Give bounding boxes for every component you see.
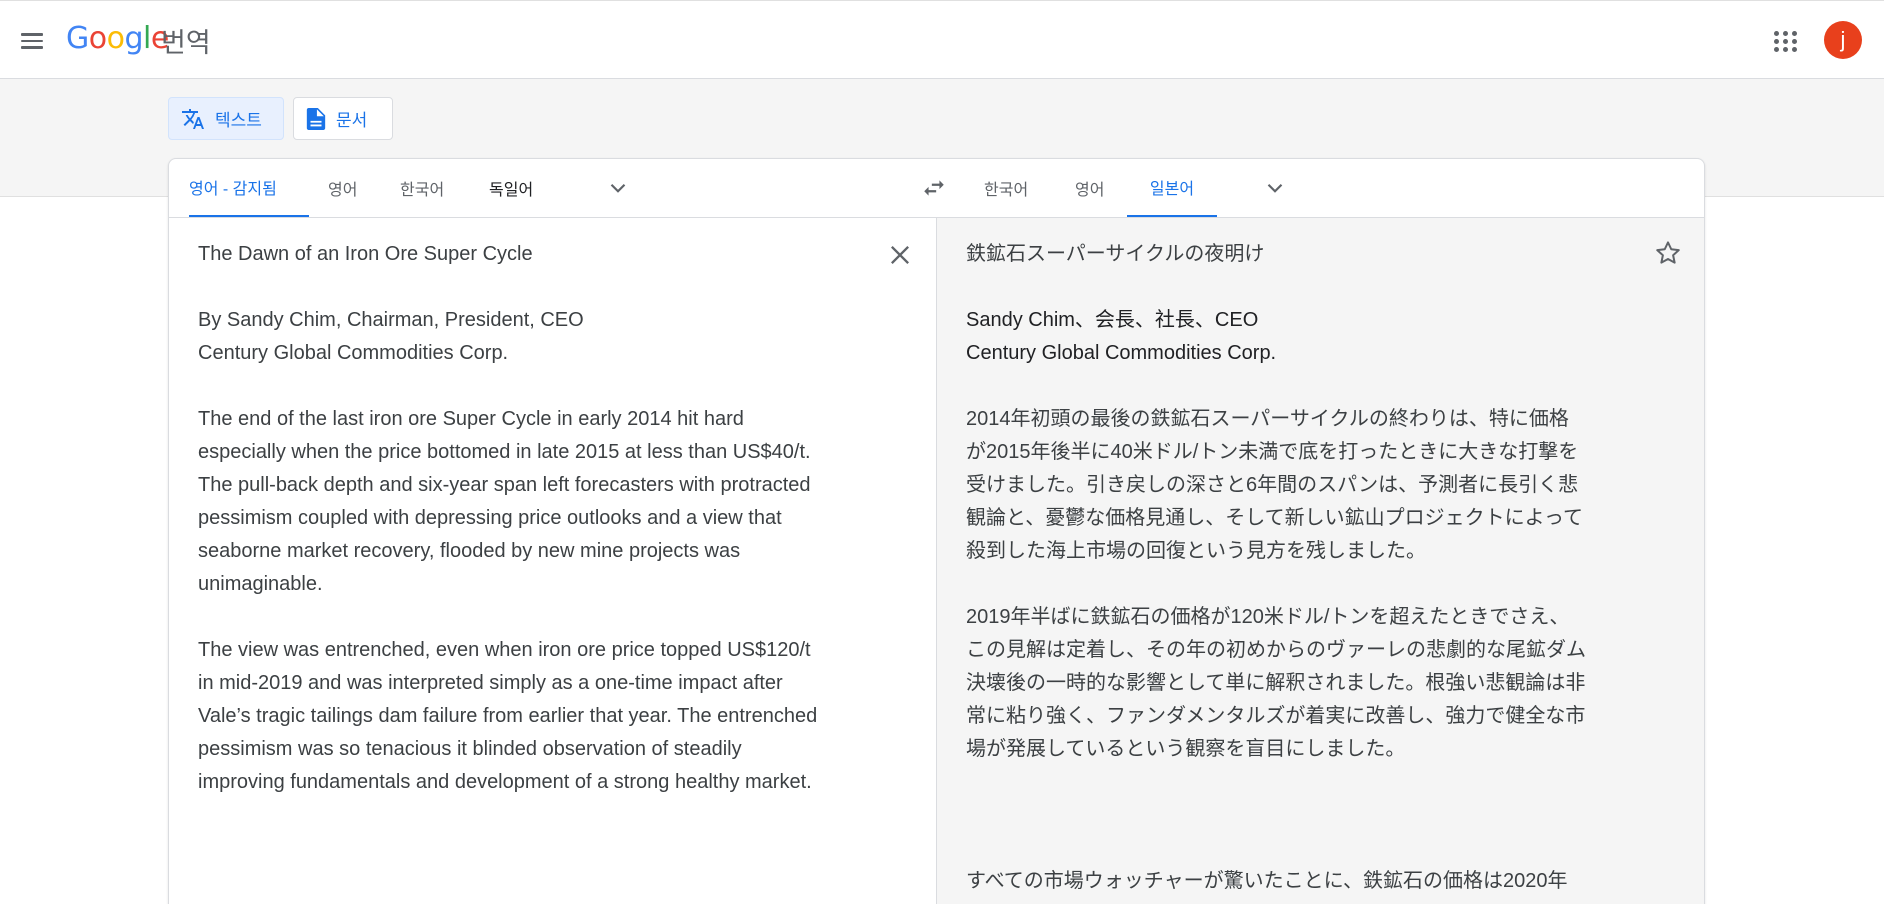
- account-avatar[interactable]: j: [1824, 21, 1862, 59]
- swap-languages-icon[interactable]: [921, 175, 947, 201]
- save-translation-star-icon[interactable]: [1653, 238, 1683, 268]
- top-app-bar: Google 번역 j: [0, 0, 1884, 79]
- text-mode-button[interactable]: 텍스트: [168, 97, 284, 140]
- target-lang-tab-japanese[interactable]: 일본어: [1127, 159, 1217, 217]
- target-lang-tab-english[interactable]: 영어: [1075, 159, 1104, 217]
- target-lang-tab-korean[interactable]: 한국어: [984, 159, 1028, 217]
- translation-output: 鉄鉱石スーパーサイクルの夜明け Sandy Chim、会長、社長、CEO Cen…: [966, 238, 1656, 898]
- source-paragraph: The end of the last iron ore Super Cycle…: [198, 408, 811, 595]
- document-mode-button[interactable]: 문서: [293, 97, 393, 140]
- source-textarea[interactable]: The Dawn of an Iron Ore Super Cycle By S…: [198, 238, 888, 799]
- translation-paragraph: 2019年半ばに鉄鉱石の価格が120米ドル/トンを超えたときでさえ、 この見解は…: [966, 606, 1586, 760]
- source-paragraph: By Sandy Chim, Chairman, President, CEO …: [198, 309, 584, 364]
- clear-source-text-icon[interactable]: [886, 241, 914, 269]
- translation-paragraph: 鉄鉱石スーパーサイクルの夜明け: [966, 243, 1265, 265]
- source-lang-tab-korean[interactable]: 한국어: [400, 159, 444, 217]
- translation-paragraph: 2014年初頭の最後の鉄鉱石スーパーサイクルの終わりは、特に価格 が2015年後…: [966, 408, 1583, 562]
- text-mode-label: 텍스트: [215, 111, 262, 130]
- translation-output-panel: 鉄鉱石スーパーサイクルの夜明け Sandy Chim、会長、社長、CEO Cen…: [937, 218, 1704, 904]
- apps-grid-icon[interactable]: [1770, 25, 1802, 57]
- language-bar: 영어 - 감지됨 영어 한국어 독일어 한국어 영어 일본어: [169, 159, 1704, 218]
- translate-icon: [182, 108, 204, 129]
- translation-card: 영어 - 감지됨 영어 한국어 독일어 한국어 영어 일본어 The Dawn …: [168, 158, 1705, 904]
- source-paragraph: The view was entrenched, even when iron …: [198, 639, 818, 793]
- google-logo[interactable]: Google: [66, 21, 169, 56]
- translation-paragraph: Sandy Chim、会長、社長、CEO Century Global Comm…: [966, 309, 1277, 364]
- source-text-panel[interactable]: The Dawn of an Iron Ore Super Cycle By S…: [169, 218, 937, 904]
- main-menu-icon[interactable]: [14, 23, 50, 59]
- product-name: 번역: [161, 28, 211, 59]
- target-lang-more-chevron-icon[interactable]: [1262, 175, 1288, 201]
- source-lang-more-chevron-icon[interactable]: [605, 175, 631, 201]
- document-icon: [306, 107, 326, 130]
- source-lang-tab-german[interactable]: 독일어: [489, 159, 533, 217]
- translation-paragraph: すべての市場ウォッチャーが驚いたことに、鉄鉱石の価格は2020年: [966, 870, 1568, 892]
- source-paragraph: The Dawn of an Iron Ore Super Cycle: [198, 243, 533, 265]
- source-lang-tab-detected[interactable]: 영어 - 감지됨: [189, 159, 309, 217]
- document-mode-label: 문서: [336, 111, 368, 130]
- source-lang-tab-english[interactable]: 영어: [328, 159, 357, 217]
